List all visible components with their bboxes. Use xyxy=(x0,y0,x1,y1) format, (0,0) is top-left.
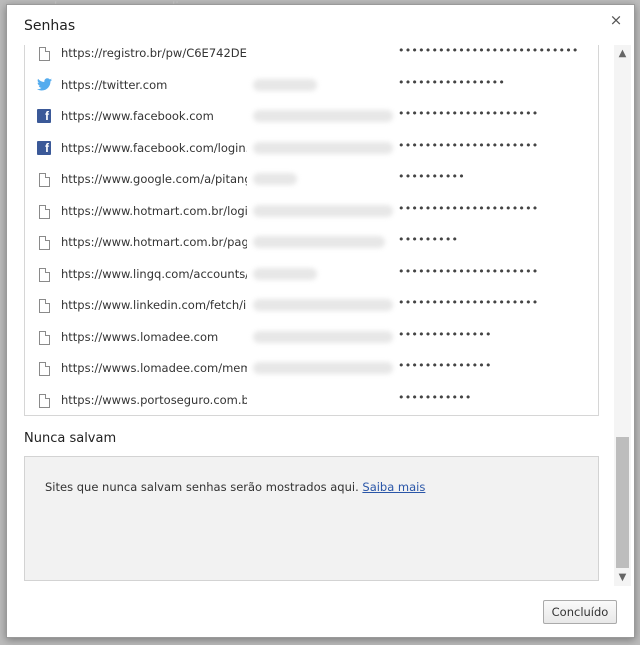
passwords-dialog: Senhas × https://registro.br/pw/C6E742DE… xyxy=(6,4,635,638)
blurred-username xyxy=(253,173,297,185)
password-row[interactable]: https://www.hotmart.com.br/pages ••••••••… xyxy=(25,227,598,259)
blurred-username xyxy=(253,362,393,374)
never-saved-text: Sites que nunca salvam senhas serão most… xyxy=(45,480,359,494)
password-row[interactable]: https://www.lingq.com/accounts/lo •••••••… xyxy=(25,259,598,291)
masked-password: ••••••••••• xyxy=(398,390,472,404)
learn-more-link[interactable]: Saiba mais xyxy=(362,480,425,494)
scroll-down-arrow-icon[interactable]: ▼ xyxy=(614,569,631,586)
password-row[interactable]: https://wwws.lomadee.com/memb... ••••••••… xyxy=(25,353,598,385)
blurred-username xyxy=(253,267,317,280)
facebook-icon: f xyxy=(37,140,51,157)
page-icon xyxy=(37,46,51,62)
masked-password: ••••••••••••••••••••• xyxy=(398,107,539,120)
page-icon xyxy=(37,267,51,283)
site-url: https://twitter.com xyxy=(61,77,168,92)
twitter-icon xyxy=(37,77,52,94)
password-row[interactable]: https://www.hotmart.com.br/login... •••••… xyxy=(25,196,598,228)
page-icon xyxy=(37,172,51,188)
masked-password: ••••••••••••••••••••• xyxy=(398,201,539,215)
password-row[interactable]: https://wwws.lomadee.com •••••••••••••• xyxy=(25,322,598,354)
masked-password: •••••••••••••• xyxy=(398,359,492,372)
password-row[interactable]: https://twitter.com •••••••••••••••• xyxy=(25,70,598,102)
never-saved-message: Sites que nunca salvam senhas serão most… xyxy=(45,480,425,494)
dialog-title: Senhas xyxy=(24,18,76,34)
page-icon xyxy=(37,204,51,220)
masked-password: ••••••••••••••••••••• xyxy=(398,264,539,278)
page-icon xyxy=(37,330,51,346)
blurred-username xyxy=(253,78,317,91)
password-row[interactable]: f https://www.facebook.com •••••••••••••••… xyxy=(25,101,598,133)
never-saved-title: Nunca salvam xyxy=(24,431,117,446)
site-url: https://www.linkedin.com/fetch/imp xyxy=(61,298,247,312)
facebook-icon: f xyxy=(37,109,51,125)
site-url: https://www.google.com/a/pitanga xyxy=(61,172,247,186)
site-url: https://www.hotmart.com.br/pages xyxy=(61,235,247,249)
blurred-username xyxy=(253,299,393,311)
site-url: https://www.hotmart.com.br/login... xyxy=(61,203,247,218)
masked-password: •••••••••• xyxy=(398,170,465,183)
site-url: https://wwws.lomadee.com/memb... xyxy=(61,361,247,375)
site-url: https://registro.br/pw/C6E742DE6... xyxy=(61,46,247,60)
password-row[interactable]: https://www.linkedin.com/fetch/imp ••••••… xyxy=(25,290,598,322)
blurred-username xyxy=(253,236,385,248)
password-row[interactable]: f https://www.facebook.com/login.ph ••••••… xyxy=(25,133,598,165)
masked-password: •••••••••••••••• xyxy=(398,75,506,89)
masked-password: ••••••••••••••••••••• xyxy=(398,296,539,309)
site-url: https://www.facebook.com/login.ph xyxy=(61,140,247,155)
masked-password: ••••••••••••••••••••••••••• xyxy=(398,45,579,57)
scrollbar[interactable]: ▲ ▼ xyxy=(614,45,631,586)
password-row[interactable]: https://registro.br/pw/C6E742DE6... •••••… xyxy=(25,45,598,70)
close-button[interactable]: × xyxy=(607,11,625,29)
blurred-username xyxy=(253,330,393,343)
page-icon xyxy=(37,235,51,251)
masked-password: ••••••••• xyxy=(398,233,459,246)
site-url: https://www.lingq.com/accounts/lo xyxy=(61,266,247,281)
masked-password: •••••••••••••• xyxy=(398,327,492,341)
blurred-username xyxy=(253,204,393,217)
never-saved-box: Sites que nunca salvam senhas serão most… xyxy=(24,456,599,581)
password-row[interactable]: https://www.google.com/a/pitanga ••••••••… xyxy=(25,164,598,196)
site-url: https://wwws.portoseguro.com.br/... xyxy=(61,392,247,407)
page-icon xyxy=(37,361,51,377)
masked-password: ••••••••••••••••••••• xyxy=(398,138,539,152)
page-icon xyxy=(37,393,51,409)
saved-passwords-list: https://registro.br/pw/C6E742DE6... •••••… xyxy=(24,45,599,416)
password-row[interactable]: https://wwws.portoseguro.com.br/... •••••… xyxy=(25,385,598,416)
page-icon xyxy=(37,298,51,314)
blurred-username xyxy=(253,141,393,154)
scroll-up-arrow-icon[interactable]: ▲ xyxy=(614,45,631,62)
blurred-username xyxy=(253,110,393,122)
done-button[interactable]: Concluído xyxy=(543,600,617,624)
site-url: https://wwws.lomadee.com xyxy=(61,329,219,344)
site-url: https://www.facebook.com xyxy=(61,109,214,123)
scrollbar-thumb[interactable] xyxy=(616,437,629,568)
